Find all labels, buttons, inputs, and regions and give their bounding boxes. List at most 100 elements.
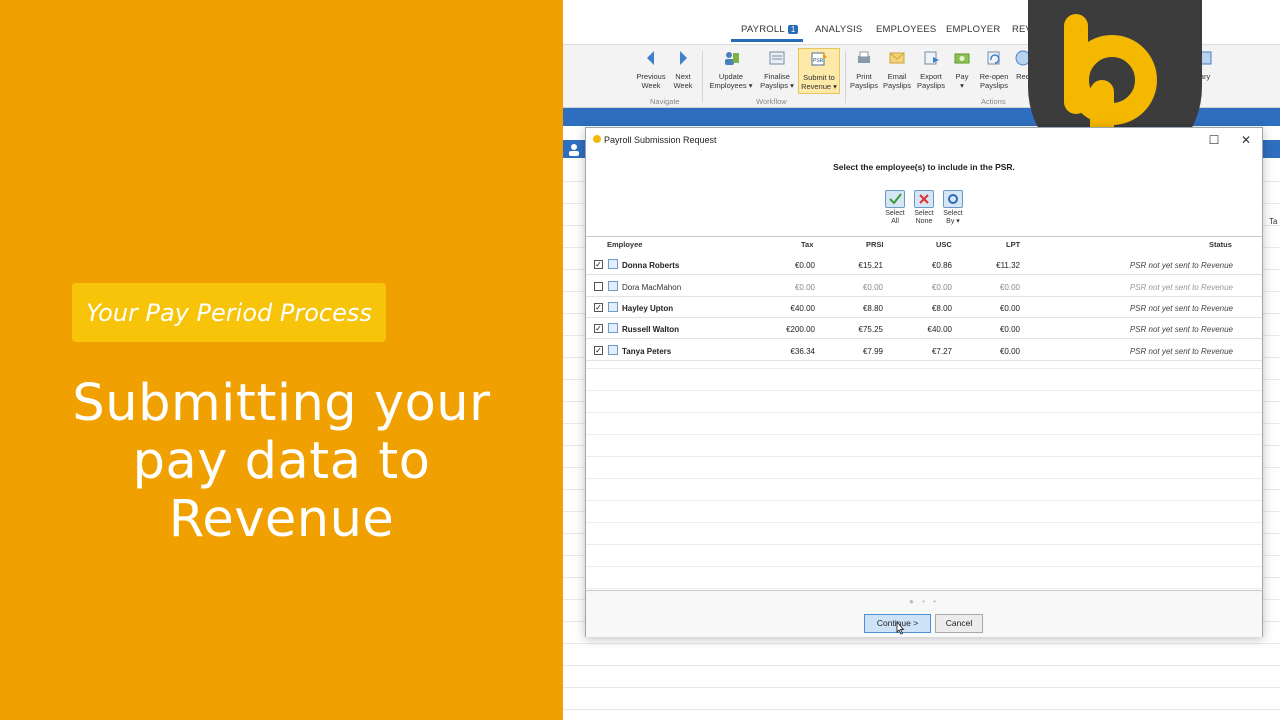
row-checkbox[interactable]: ✓	[594, 324, 603, 333]
usc-value: €0.86	[931, 261, 952, 270]
prsi-value: €75.25	[858, 325, 883, 334]
prsi-value: €7.99	[862, 347, 883, 356]
status-text: PSR not yet sent to Revenue	[1129, 304, 1233, 313]
lpt-value: €0.00	[999, 347, 1020, 356]
active-tab-indicator	[731, 39, 803, 42]
update-employees-button[interactable]: Update Employees ▾	[706, 49, 756, 90]
employee-icon	[608, 323, 618, 333]
promo-panel: Your Pay Period Process Submitting your …	[0, 0, 563, 720]
next-week-button[interactable]: Next Week	[669, 49, 697, 90]
print-payslips-button[interactable]: Print Payslips	[849, 49, 879, 90]
usc-value: €40.00	[927, 325, 952, 334]
tax-value: €0.00	[794, 261, 815, 270]
table-row[interactable]: ✓ Tanya Peters €36.34 €7.99 €7.27 €0.00 …	[586, 340, 1262, 361]
export-payslips-button[interactable]: Export Payslips	[914, 49, 948, 90]
submit-to-revenue-button[interactable]: PSR Submit to Revenue ▾	[798, 48, 840, 94]
headline: Submitting your pay data to Revenue	[20, 375, 543, 549]
cancel-button[interactable]: Cancel	[935, 614, 983, 633]
dialog-header: Select the employee(s) to include in the…	[586, 152, 1262, 225]
row-checkbox[interactable]: ✓	[594, 260, 603, 269]
tab-employer[interactable]: EMPLOYER	[946, 24, 1000, 35]
payslips-icon	[769, 51, 785, 65]
column-employee: Employee	[607, 240, 643, 249]
select-all-button[interactable]: Select All	[882, 190, 908, 226]
ribbon-label: Print	[856, 72, 872, 81]
column-tax: Tax	[801, 240, 814, 249]
table-row[interactable]: ✓ Hayley Upton €40.00 €8.80 €8.00 €0.00 …	[586, 297, 1262, 318]
employee-name: Donna Roberts	[622, 261, 680, 270]
employee-icon	[608, 345, 618, 355]
psr-icon: PSR	[811, 52, 827, 66]
tax-value: €0.00	[794, 283, 815, 292]
email-icon	[889, 52, 905, 64]
employee-name: Tanya Peters	[622, 347, 672, 356]
export-icon	[924, 51, 939, 65]
arrow-left-icon	[647, 51, 654, 65]
ribbon-label: Previous	[636, 72, 666, 81]
status-text: PSR not yet sent to Revenue	[1129, 325, 1233, 334]
finalise-payslips-button[interactable]: Finalise Payslips ▾	[758, 49, 796, 90]
ribbon-label: Export	[920, 72, 942, 81]
row-checkbox[interactable]: ✓	[594, 303, 603, 312]
ribbon-label: Payslips ▾	[760, 81, 794, 90]
payroll-badge: 1	[787, 25, 799, 34]
employee-name: Dora MacMahon	[622, 283, 682, 292]
tax-value: €40.00	[790, 304, 815, 313]
row-checkbox[interactable]	[594, 282, 603, 291]
series-pill: Your Pay Period Process	[72, 283, 386, 342]
ribbon-label: Update	[718, 72, 744, 81]
table-row[interactable]: ✓ Russell Walton €200.00 €75.25 €40.00 €…	[586, 318, 1262, 339]
lpt-value: €0.00	[999, 325, 1020, 334]
prsi-value: €8.80	[862, 304, 883, 313]
usc-value: €0.00	[931, 283, 952, 292]
ribbon-label: Week	[673, 81, 693, 90]
grid-column-header: Ta	[1269, 217, 1278, 226]
select-all-icon	[885, 190, 905, 208]
users-icon	[725, 52, 739, 65]
headline-line-1: Submitting your	[72, 374, 491, 433]
maximize-icon[interactable]: ☐	[1204, 132, 1224, 148]
employee-name: Hayley Upton	[622, 304, 674, 313]
svg-text:PSR: PSR	[813, 58, 824, 64]
ribbon-label: Week	[641, 81, 661, 90]
table-row[interactable]: ✓ Donna Roberts €0.00 €15.21 €0.86 €11.3…	[586, 254, 1262, 275]
lpt-value: €0.00	[999, 283, 1020, 292]
money-icon	[954, 53, 970, 64]
reopen-icon	[987, 51, 1000, 65]
table-row[interactable]: Dora MacMahon €0.00 €0.00 €0.00 €0.00 PS…	[586, 276, 1262, 297]
close-icon[interactable]: ✕	[1236, 132, 1256, 148]
ribbon-label: Payslips	[883, 81, 911, 90]
ribbon-label: Pay	[955, 72, 969, 81]
column-usc: USC	[936, 240, 952, 249]
select-by-icon	[943, 190, 963, 208]
select-by-button[interactable]: Select By ▾	[940, 190, 966, 226]
group-workflow: Workflow	[756, 97, 787, 106]
select-label: None	[915, 218, 933, 225]
email-payslips-button[interactable]: Email Payslips	[882, 49, 912, 90]
reopen-payslips-button[interactable]: Re-open Payslips	[976, 49, 1012, 90]
tab-analysis[interactable]: ANALYSIS	[815, 24, 862, 35]
usc-value: €7.27	[931, 347, 952, 356]
group-actions: Actions	[981, 97, 1006, 106]
column-status: Status	[1209, 240, 1232, 249]
ribbon-label: Email	[887, 72, 907, 81]
arrow-right-icon	[680, 51, 687, 65]
grid-header-cell-right	[1260, 140, 1280, 158]
tab-payroll[interactable]: PAYROLL 1	[741, 24, 799, 35]
ribbon-label: Revenue ▾	[801, 82, 837, 91]
ribbon-label: ▾	[960, 81, 964, 90]
select-label: Select	[943, 210, 963, 217]
status-text: PSR not yet sent to Revenue	[1129, 283, 1233, 292]
payroll-submission-dialog: Payroll Submission Request ☐ ✕ Select th…	[585, 127, 1263, 637]
headline-line-3: Revenue	[168, 490, 395, 549]
ribbon-label: Employees ▾	[709, 81, 753, 90]
dialog-titlebar: Payroll Submission Request ☐ ✕	[586, 128, 1262, 152]
select-none-button[interactable]: Select None	[911, 190, 937, 226]
prsi-value: €0.00	[862, 283, 883, 292]
row-checkbox[interactable]: ✓	[594, 346, 603, 355]
employee-icon	[608, 281, 618, 291]
tab-employees[interactable]: EMPLOYEES	[876, 24, 936, 35]
ribbon-label: Payslips	[917, 81, 945, 90]
previous-week-button[interactable]: Previous Week	[635, 49, 667, 90]
pay-button[interactable]: Pay ▾	[950, 49, 974, 90]
